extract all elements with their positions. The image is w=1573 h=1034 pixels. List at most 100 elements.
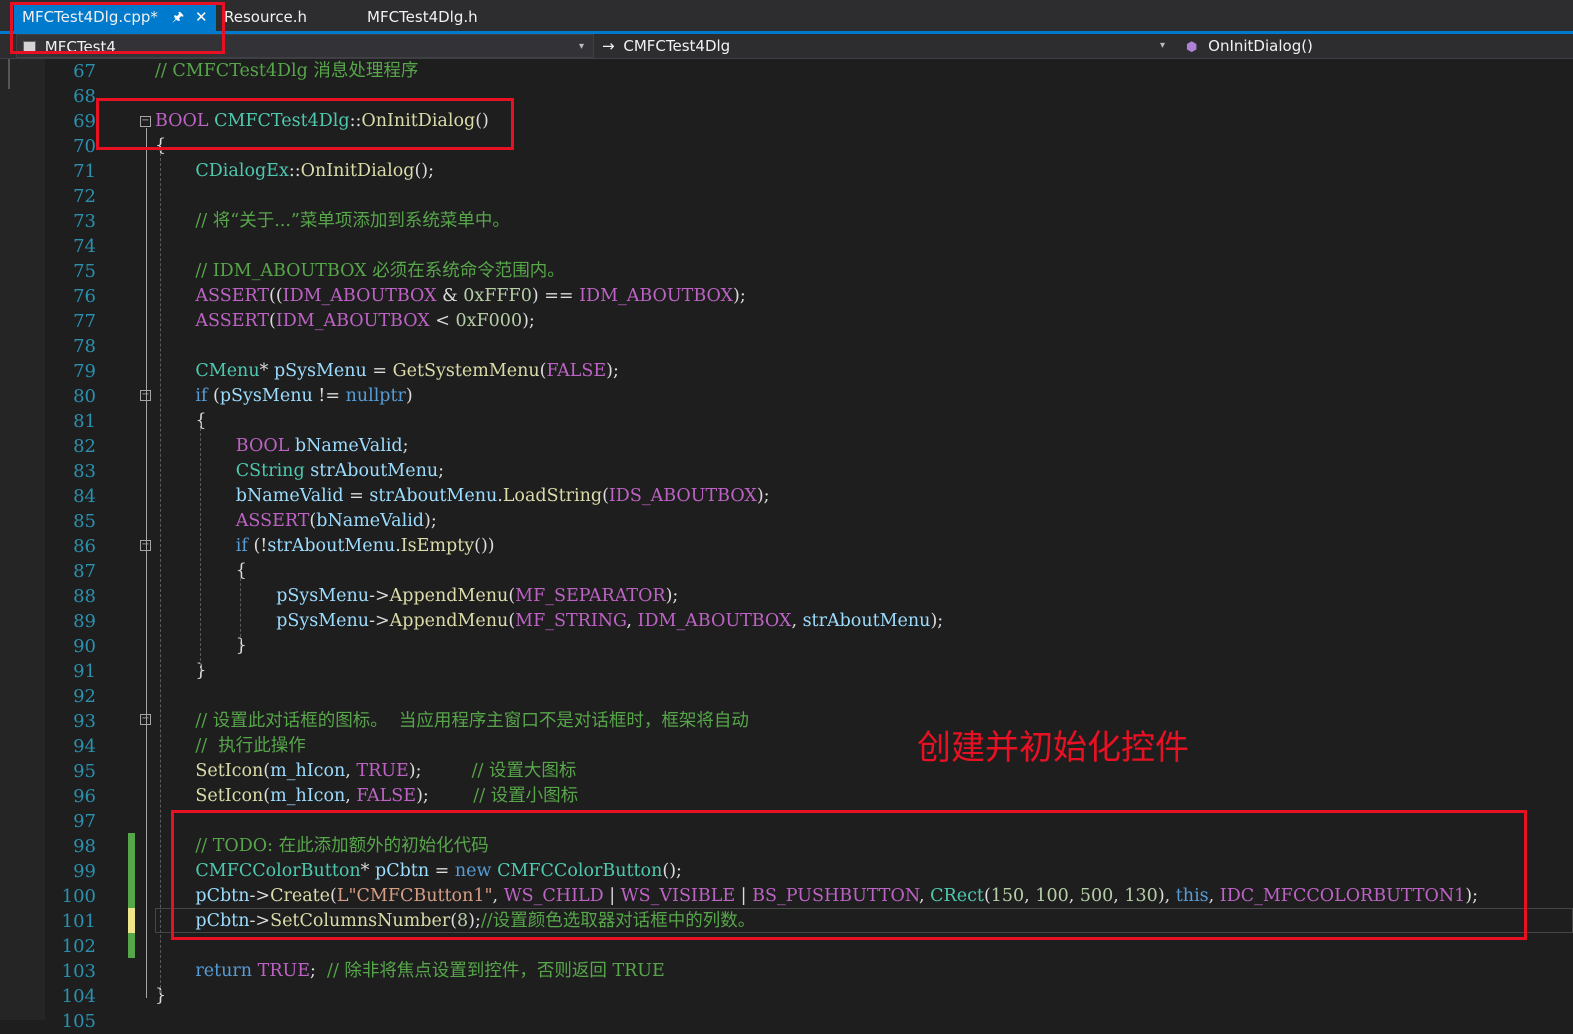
code-token: // IDM_ABOUTBOX 必须在系统命令范围内。 [195,261,565,281]
code-line[interactable]: 80 if (pSysMenu != nullptr) [0,384,1573,409]
code-line[interactable]: 82 BOOL bNameValid; [0,434,1573,459]
code-text: pSysMenu->AppendMenu(MF_SEPARATOR); [276,584,678,609]
code-token: // 设置大图标 [471,761,577,781]
tab-resource-h[interactable]: Resource.h [224,4,307,31]
code-token: TRUE [356,761,409,781]
code-line[interactable]: 84 bNameValid = strAboutMenu.LoadString(I… [0,484,1573,509]
line-number: 92 [73,686,96,707]
code-line[interactable]: 92 [0,684,1573,709]
code-line[interactable]: 94 // 执行此操作 [0,734,1573,759]
code-text: bNameValid = strAboutMenu.LoadString(IDS… [236,484,770,509]
chevron-down-icon[interactable]: ▾ [1160,34,1165,58]
code-line[interactable]: 81{ [0,409,1573,434]
annotation-box-new-code [171,810,1527,940]
code-token: < [429,311,456,331]
code-line[interactable]: 93 // 设置此对话框的图标。 当应用程序主窗口不是对话框时，框架将自动 [0,709,1573,734]
code-token: , [791,611,803,631]
tab-label: Resource.h [224,8,308,26]
code-text: // 设置此对话框的图标。 当应用程序主窗口不是对话框时，框架将自动 [195,709,748,734]
code-line[interactable]: 85 ASSERT(bNameValid); [0,509,1573,534]
code-token: , [345,786,357,806]
code-token: CString [235,461,305,481]
code-line[interactable]: 95 SetIcon(m_hIcon, TRUE); // 设置大图标 [0,759,1573,784]
code-line[interactable]: 104} [0,984,1573,1009]
code-line[interactable]: 103 return TRUE; // 除非将焦点设置到控件，否则返回 TRUE [0,959,1573,984]
line-number: 88 [73,586,96,607]
code-token: ); [416,786,474,806]
code-line[interactable]: 90} [0,634,1573,659]
code-token: = [343,486,370,506]
line-number: 77 [73,311,96,332]
member-dropdown[interactable]: ⬢ OnInitDialog() [1180,34,1573,58]
code-token: ( [602,486,609,506]
code-line[interactable]: 83 CString strAboutMenu; [0,459,1573,484]
code-token: { [235,561,247,581]
code-line[interactable]: 72 [0,184,1573,209]
line-number: 71 [73,161,96,182]
code-token: (); [414,161,435,181]
code-text: // CMFCTest4Dlg 消息处理程序 [155,59,418,84]
code-line[interactable]: 87 { [0,559,1573,584]
code-line[interactable]: 96 SetIcon(m_hIcon, FALSE); // 设置小图标 [0,784,1573,809]
code-line[interactable]: 74 [0,234,1573,259]
code-token: CDialogEx [195,161,289,181]
class-arrow-icon: → [602,37,615,55]
tab-label: MFCTest4Dlg.h [367,8,478,26]
code-text: CString strAboutMenu; [236,459,444,484]
code-token: // 设置小图标 [473,786,579,806]
method-cube-icon: ⬢ [1186,40,1198,55]
code-token: GetSystemMenu [392,361,540,381]
code-token: ( [269,311,276,331]
code-token: BOOL [235,436,290,456]
code-token: // CMFCTest4Dlg 消息处理程序 [155,61,419,81]
scope-dropdown[interactable]: → CMFCTest4Dlg ▾ [598,34,1178,58]
code-token: != [312,386,346,406]
code-line[interactable]: 89 pSysMenu->AppendMenu(MF_STRING, IDM_AB… [0,609,1573,634]
code-token: CMenu [195,361,260,381]
code-text: ASSERT(IDM_ABOUTBOX < 0xF000); [195,309,534,334]
code-token: ( [207,386,220,406]
code-line[interactable]: 78 [0,334,1573,359]
line-number: 84 [73,486,96,507]
line-number: 68 [73,86,96,107]
line-number: 97 [73,811,96,832]
code-token: -> [369,611,390,631]
code-line[interactable]: 76 ASSERT((IDM_ABOUTBOX & 0xFFF0) == IDM_… [0,284,1573,309]
code-token: IDS_ABOUTBOX [608,486,757,506]
chevron-down-icon[interactable]: ▾ [579,35,584,59]
code-line[interactable]: 77 ASSERT(IDM_ABOUTBOX < 0xF000); [0,309,1573,334]
code-text: { [236,559,247,584]
line-number: 96 [73,786,96,807]
code-line[interactable]: 73 // 将“关于...”菜单项添加到系统菜单中。 [0,209,1573,234]
code-line[interactable]: 79 CMenu* pSysMenu = GetSystemMenu(FALSE)… [0,359,1573,384]
code-line[interactable]: 91} [0,659,1573,684]
code-line[interactable]: 105 [0,1009,1573,1034]
code-text: if (!strAboutMenu.IsEmpty()) [236,534,495,559]
code-token: 0xFFF0 [463,286,532,306]
code-line[interactable]: 86 if (!strAboutMenu.IsEmpty()) [0,534,1573,559]
code-token: = [366,361,393,381]
code-line[interactable]: 75 // IDM_ABOUTBOX 必须在系统命令范围内。 [0,259,1573,284]
code-token: pSysMenu [276,586,370,606]
code-line[interactable]: 88 pSysMenu->AppendMenu(MF_SEPARATOR); [0,584,1573,609]
line-number: 79 [73,361,96,382]
code-token: m_hIcon [270,761,346,781]
code-line[interactable]: 71 CDialogEx::OnInitDialog(); [0,159,1573,184]
annotation-box-active-tab [10,2,225,54]
line-number: 94 [73,736,96,757]
line-number: 69 [73,111,96,132]
code-line[interactable]: 67 // CMFCTest4Dlg 消息处理程序 [0,59,1573,84]
line-number: 102 [61,936,96,957]
code-token: bNameValid [294,436,403,456]
changed-lines-marker [128,833,135,908]
code-token: FALSE [546,361,607,381]
code-token: ; [438,461,445,481]
outline-line [146,128,147,998]
code-token: strAboutMenu [369,486,498,506]
code-token: // 除非将焦点设置到控件，否则返回 TRUE [327,961,665,981]
tab-mfctest4dlg-h[interactable]: MFCTest4Dlg.h [367,4,478,31]
line-number: 73 [73,211,96,232]
code-token: strAboutMenu [802,611,931,631]
code-token: ) == [531,286,580,306]
code-token: ) [405,386,413,406]
